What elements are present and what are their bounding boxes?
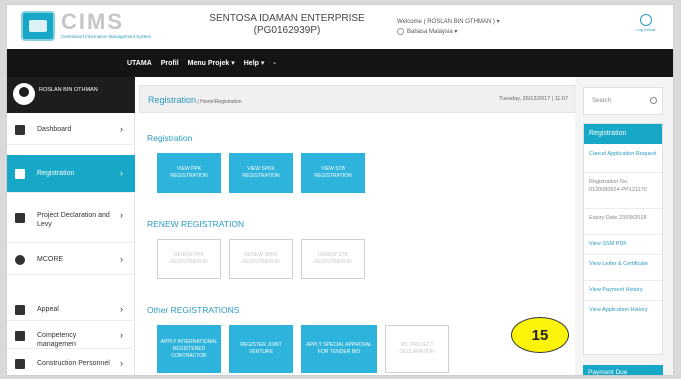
view-letter-certificate-link[interactable]: View Letter & Certificate [589,260,659,268]
view-payment-history-link[interactable]: View Payment History [589,286,659,294]
folder-icon [15,213,25,223]
header: CIMS Centralized Information Management … [7,5,673,49]
chevron-right-icon: › [120,358,123,368]
top-nav: UTAMA Profil Menu Projek ▾ Help ▾ - [7,49,673,77]
cancel-application-link[interactable]: Cancel Application Request [589,150,659,158]
logout-button[interactable]: Log Keluar [632,14,660,33]
brand-tagline: Centralized Information Management Syste… [61,34,152,39]
sidebar-item-competency[interactable]: Competency managemen › [7,323,135,349]
view-application-history-link[interactable]: View Application History [589,306,659,314]
sidebar-item-registration[interactable]: Registration › [7,155,135,193]
sidebar-item-label: Appeal [37,306,59,313]
renew-stb-registration-button[interactable]: RENEW STB REGISTRATION [301,239,365,279]
divider [584,300,662,301]
renew-spkk-registration-button[interactable]: RENEW SPKK REGISTRATION [229,239,293,279]
view-spkk-registration-button[interactable]: VIEW SPKK REGISTRATION [229,153,293,193]
page-title-bar: Registration | Home\Registration Tuesday… [139,85,575,113]
sidebar-item-label: Dashboard [37,126,72,133]
user-name: ROSLAN BIN OTHMAN [39,87,98,93]
registration-number: Registration No. 0120080924-PP121170 [589,179,647,193]
search-input[interactable]: Search [592,98,611,104]
chevron-right-icon: › [120,330,123,340]
register-joint-venture-button[interactable]: REGISTER JOINT VENTURE [229,325,293,373]
search-box[interactable]: Search [583,87,663,115]
nav-profil[interactable]: Profil [161,60,179,67]
sidebar-item-dashboard[interactable]: Dashboard › [7,115,135,145]
sidebar-item-project-declaration[interactable]: Project Declaration and Levy › [7,203,135,243]
section-title-renew: RENEW REGISTRATION [147,219,245,229]
registration-panel-title: Registration [584,124,662,144]
divider [584,254,662,255]
payment-due-header[interactable]: Payment Due [583,365,663,375]
nav-utama[interactable]: UTAMA [127,60,152,67]
datetime: Tuesday, 26/12/2017 | 11:07 [499,96,568,102]
logout-label: Log Keluar [636,27,656,32]
scale-icon [15,305,25,315]
language-label: Bahasa Malaysia ▾ [407,29,458,35]
ipc-project-declaration-button[interactable]: IPC PROJECT DECLARATION [385,325,449,373]
divider [584,234,662,235]
cims-emblem-icon [21,11,55,41]
browser-frame: CIMS Centralized Information Management … [6,4,674,376]
company-id: (PG0162939P) [253,25,321,36]
search-icon[interactable] [650,97,657,104]
sidebar-item-appeal[interactable]: Appeal › [7,295,135,321]
clipboard-icon [15,331,25,341]
company-title: SENTOSA IDAMAN ENTERPRISE (PG0162939P) [207,13,367,37]
chevron-right-icon: › [120,304,123,314]
language-selector[interactable]: Bahasa Malaysia ▾ [397,27,500,37]
apply-special-approval-button[interactable]: APPLY SPECIAL APPROVAL FOR TENDER BID [301,325,377,373]
sidebar-item-construction-personnel[interactable]: Construction Personnel › [7,351,135,375]
divider [584,280,662,281]
sidebar-item-label: Construction Personnel [37,360,110,367]
gear-icon [15,255,25,265]
sidebar-item-label: MCORE [37,256,64,263]
chevron-right-icon: › [120,254,123,264]
brand-name: CIMS [61,9,124,34]
cims-logo[interactable]: CIMS Centralized Information Management … [21,9,171,43]
section-title-other: Other REGISTRATIONS [147,305,240,315]
sidebar-item-mcore[interactable]: MCORE › [7,245,135,275]
dashboard-icon [15,125,25,135]
chevron-right-icon: › [120,168,123,178]
view-stb-registration-button[interactable]: VIEW STB REGISTRATION [301,153,365,193]
power-icon [640,14,652,26]
nav-menu-projek[interactable]: Menu Projek ▾ [188,59,235,67]
section-title-registration: Registration [147,133,193,143]
expiry-date: Expiry Date 23/09/2018 [589,215,647,221]
page-title: Registration | Home\Registration [148,95,242,105]
breadcrumb: | Home\Registration [196,99,242,105]
sidebar-item-label: Competency managemen [37,332,77,348]
welcome-dropdown[interactable]: Welcome ( ROSLAN BIN OTHMAN ) ▾ [397,17,500,27]
sidebar-item-label: Project Declaration and Levy [37,212,110,228]
nav-help[interactable]: Help ▾ [244,59,265,67]
view-ssm-pdf-link[interactable]: View SSM PDF [589,240,659,248]
view-ppk-registration-button[interactable]: VIEW PPK REGISTRATION [157,153,221,193]
apply-international-contractor-button[interactable]: APPLY INTERNATIONAL REGISTERED CONTRACTO… [157,325,221,373]
edit-icon [15,169,25,179]
chevron-right-icon: › [120,124,123,134]
id-card-icon [15,359,25,369]
divider [584,172,662,173]
user-menu: Welcome ( ROSLAN BIN OTHMAN ) ▾ Bahasa M… [397,17,500,37]
right-panel: Search Registration Cancel Application R… [575,77,673,375]
main-content: Registration | Home\Registration Tuesday… [135,77,575,375]
avatar-icon [13,83,35,105]
step-callout: 15 [511,317,569,353]
chevron-right-icon: › [120,210,123,220]
divider [584,208,662,209]
sidebar: ROSLAN BIN OTHMAN Dashboard › Registrati… [7,77,135,375]
user-profile: ROSLAN BIN OTHMAN [7,77,135,113]
nav-separator: - [273,59,276,67]
renew-ppk-registration-button[interactable]: RENEW PPK REGISTRATION [157,239,221,279]
sidebar-item-label: Registration [37,170,75,177]
registration-panel: Registration Cancel Application Request … [583,123,663,355]
company-name: SENTOSA IDAMAN ENTERPRISE [209,13,365,24]
globe-icon [397,27,404,35]
